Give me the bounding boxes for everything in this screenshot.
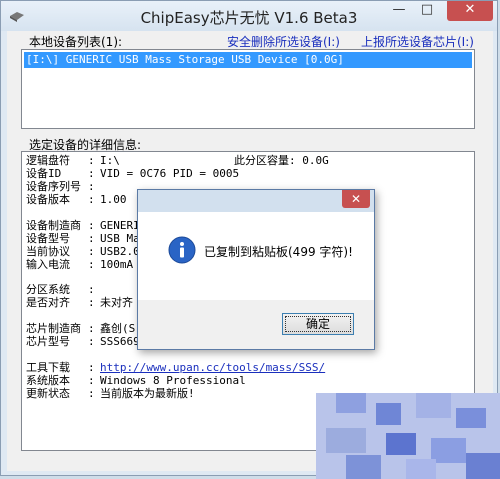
detail-value: 当前版本为最新版! xyxy=(100,387,195,400)
detail-colon: : xyxy=(88,258,95,271)
main-window: ChipEasy芯片无忧 V1.6 Beta3 — □ ✕ 本地设备列表(1):… xyxy=(0,0,500,479)
detail-row: 设备版本:1.00 xyxy=(26,193,127,206)
message-dialog: ✕ 已复制到粘贴板(499 字符)! 确定 xyxy=(137,189,375,350)
detail-key: 设备ID xyxy=(26,167,62,180)
detail-value: SSS669 xyxy=(100,335,140,348)
detail-key: 更新状态 xyxy=(26,387,70,400)
detail-colon: : xyxy=(88,387,95,400)
detail-colon: : xyxy=(88,180,95,193)
detail-colon: : xyxy=(88,374,95,387)
detail-key: 是否对齐 xyxy=(26,296,70,309)
dialog-close-button[interactable]: ✕ xyxy=(342,190,370,208)
detail-row: 逻辑盘符: I:\ xyxy=(26,154,120,167)
dialog-message: 已复制到粘贴板(499 字符)! xyxy=(204,245,353,259)
detail-key: 逻辑盘符 xyxy=(26,154,70,167)
detail-colon: : xyxy=(88,245,95,258)
detail-row: 设备型号: USB Ma xyxy=(26,232,140,245)
close-button[interactable]: ✕ xyxy=(447,1,493,21)
device-list[interactable]: [I:\] GENERIC USB Mass Storage USB Devic… xyxy=(21,49,475,129)
report-chip-link[interactable]: 上报所选设备芯片(I:) xyxy=(361,33,474,50)
detail-row: 是否对齐: 未对齐 xyxy=(26,296,133,309)
capacity-label: 此分区容量: xyxy=(234,154,296,167)
detail-row: 系统版本: Windows 8 Professional xyxy=(26,374,246,387)
detail-value: I:\ xyxy=(100,154,120,167)
detail-key: 输入电流 xyxy=(26,258,70,271)
detail-key: 工具下载 xyxy=(26,361,70,374)
detail-row: 设备ID: VID = 0C76 PID = 0005 xyxy=(26,167,239,180)
capacity-value: 0.0G xyxy=(302,154,329,167)
ok-button[interactable]: 确定 xyxy=(282,313,354,335)
detail-value: 未对齐 xyxy=(100,296,133,309)
detail-colon: : xyxy=(88,167,95,180)
detail-key: 设备版本 xyxy=(26,193,70,206)
detail-row: 设备序列号: xyxy=(26,180,100,193)
detail-colon: : xyxy=(88,283,95,296)
capacity-row: 此分区容量: 0.0G xyxy=(234,154,329,167)
detail-colon: : xyxy=(88,193,95,206)
detail-key: 设备序列号 xyxy=(26,180,81,193)
device-list-label: 本地设备列表(1): xyxy=(29,35,123,49)
detail-colon: : xyxy=(88,335,95,348)
detail-value: USB Ma xyxy=(100,232,140,245)
list-item[interactable]: [I:\] GENERIC USB Mass Storage USB Devic… xyxy=(24,52,472,68)
detail-value: GENERI xyxy=(100,219,140,232)
safe-remove-link[interactable]: 安全删除所选设备(I:) xyxy=(227,33,340,50)
detail-value: Windows 8 Professional xyxy=(100,374,246,387)
detail-row: 更新状态: 当前版本为最新版! xyxy=(26,387,195,400)
info-icon xyxy=(168,236,196,264)
dialog-title-bar[interactable]: ✕ xyxy=(138,190,374,212)
detail-row: 输入电流:100mA xyxy=(26,258,133,271)
title-bar[interactable]: ChipEasy芯片无忧 V1.6 Beta3 — □ ✕ xyxy=(1,1,497,31)
detail-colon: : xyxy=(88,154,95,167)
maximize-button[interactable]: □ xyxy=(413,1,441,21)
detail-row: 芯片型号: SSS669 xyxy=(26,335,140,348)
detail-value: USB2.0 xyxy=(100,245,140,258)
watermark-logo xyxy=(316,393,500,479)
detail-key: 芯片制造商 xyxy=(26,322,81,335)
detail-row: 芯片制造商: 鑫创(S xyxy=(26,322,135,335)
detail-row: 当前协议: USB2.0 xyxy=(26,245,140,258)
detail-colon: : xyxy=(88,322,95,335)
detail-key: 芯片型号 xyxy=(26,335,70,348)
detail-colon: : xyxy=(88,361,95,374)
detail-key: 分区系统 xyxy=(26,283,70,296)
dialog-body: 已复制到粘贴板(499 字符)! xyxy=(138,212,374,300)
download-link[interactable]: http://www.upan.cc/tools/mass/SSS/ xyxy=(100,361,325,374)
detail-value: 鑫创(S xyxy=(100,322,136,335)
detail-colon: : xyxy=(88,296,95,309)
detail-value: VID = 0C76 PID = 0005 xyxy=(100,167,240,180)
detail-row: 分区系统: xyxy=(26,283,100,296)
detail-colon: : xyxy=(88,232,95,245)
detail-colon: : xyxy=(88,219,95,232)
detail-value: 1.00 xyxy=(100,193,127,206)
detail-key: 当前协议 xyxy=(26,245,70,258)
detail-row: 工具下载: http://www.upan.cc/tools/mass/SSS/ xyxy=(26,361,325,374)
detail-key: 设备型号 xyxy=(26,232,70,245)
detail-row: 设备制造商: GENERI xyxy=(26,219,140,232)
minimize-button[interactable]: — xyxy=(385,1,413,21)
detail-key: 设备制造商 xyxy=(26,219,81,232)
detail-value: 100mA xyxy=(100,258,134,271)
detail-key: 系统版本 xyxy=(26,374,70,387)
